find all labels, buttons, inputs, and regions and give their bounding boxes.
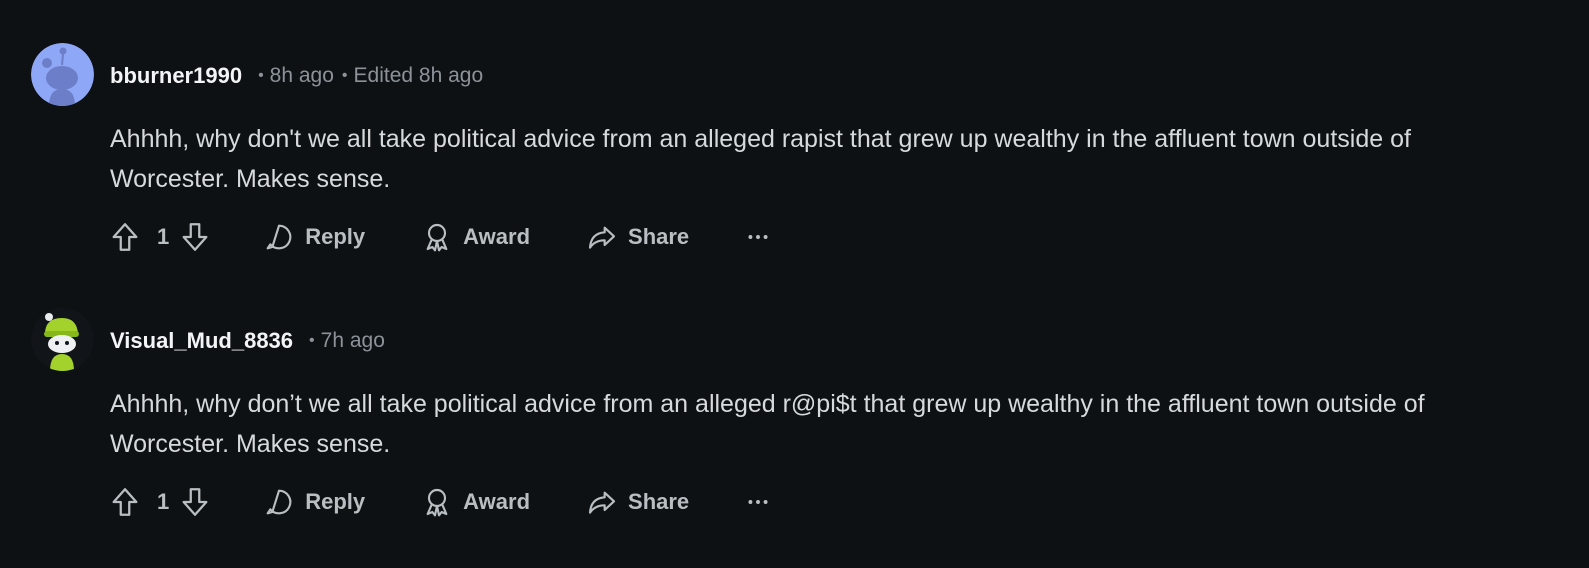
more-options-button[interactable] <box>745 489 771 515</box>
speech-bubble-icon <box>266 489 292 515</box>
comment-meta: Visual_Mud_8836 • 7h ago <box>110 324 385 358</box>
upvote-button[interactable] <box>107 484 143 520</box>
share-label: Share <box>628 489 690 514</box>
share-arrow-icon <box>588 491 616 514</box>
reply-label: Reply <box>305 224 366 249</box>
upvote-arrow-icon <box>112 488 138 516</box>
award-button[interactable]: Award <box>421 221 530 253</box>
username[interactable]: Visual_Mud_8836 <box>110 328 293 354</box>
timestamp[interactable]: 7h ago <box>321 329 385 353</box>
comment-actions: 1 Reply Award Share <box>107 480 771 524</box>
upvote-button[interactable] <box>107 219 143 255</box>
award-label: Award <box>463 224 531 249</box>
downvote-arrow-icon <box>182 223 208 251</box>
reply-button[interactable]: Reply <box>263 221 365 253</box>
separator-dot: • <box>309 332 315 349</box>
avatar[interactable] <box>31 43 94 106</box>
speech-bubble-icon <box>266 224 292 250</box>
reply-label: Reply <box>305 489 366 514</box>
snoo-avatar-icon <box>31 43 94 106</box>
comment-meta: bburner1990 • 8h ago • Edited 8h ago <box>110 59 483 93</box>
downvote-button[interactable] <box>177 219 213 255</box>
ellipsis-icon <box>748 235 768 239</box>
username[interactable]: bburner1990 <box>110 63 242 89</box>
vote-score: 1 <box>157 489 170 514</box>
comment-body: Ahhhh, why don’t we all take political a… <box>110 390 1425 458</box>
snoo-beanie-avatar-icon <box>31 308 94 371</box>
separator-dot: • <box>341 67 348 84</box>
edited-label: Edited 8h ago <box>353 64 484 87</box>
upvote-arrow-icon <box>112 223 138 251</box>
downvote-arrow-icon <box>182 488 208 516</box>
comment-actions: 1 Reply Award Share <box>107 215 771 259</box>
comment-body: Ahhhh, why don't we all take political a… <box>110 125 1411 193</box>
award-button[interactable]: Award <box>421 486 530 518</box>
avatar[interactable] <box>31 308 94 371</box>
ellipsis-icon <box>748 500 768 504</box>
reply-button[interactable]: Reply <box>263 486 365 518</box>
share-arrow-icon <box>588 226 616 249</box>
timestamp[interactable]: 8h ago <box>270 64 334 88</box>
downvote-button[interactable] <box>177 484 213 520</box>
separator-dot: • <box>258 67 264 84</box>
share-label: Share <box>628 224 690 249</box>
vote-score: 1 <box>157 224 170 249</box>
more-options-button[interactable] <box>745 224 771 250</box>
award-label: Award <box>463 489 531 514</box>
share-button[interactable]: Share <box>586 221 689 253</box>
award-ribbon-icon <box>426 488 448 517</box>
share-button[interactable]: Share <box>586 486 689 518</box>
award-ribbon-icon <box>426 223 448 252</box>
